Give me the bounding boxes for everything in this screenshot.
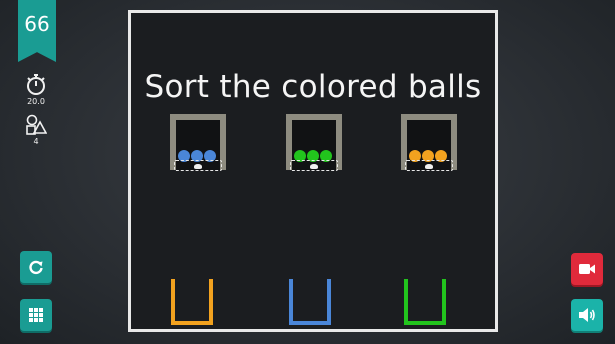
level-number: 66 (24, 12, 50, 36)
shapes-icon (26, 114, 47, 135)
puzzle-title: Sort the colored balls (144, 69, 482, 105)
game-board[interactable]: Sort the colored balls (128, 10, 498, 332)
restart-icon (29, 260, 43, 275)
level-badge: 66 (18, 0, 56, 62)
video-camera-icon (579, 264, 595, 274)
holder-blue[interactable] (170, 114, 228, 172)
grid-menu-icon (29, 308, 43, 322)
holder-orange[interactable] (401, 114, 459, 172)
cup-orange (171, 279, 213, 325)
shapes-value: 4 (33, 137, 39, 146)
restart-button[interactable] (20, 251, 52, 283)
drop-hint (194, 164, 202, 169)
record-button[interactable] (571, 253, 603, 285)
timer-value: 20.0 (27, 97, 45, 106)
drop-hint (425, 164, 433, 169)
speaker-icon (579, 308, 595, 322)
timer-stat: 20.0 (19, 72, 53, 106)
shapes-stat: 4 (19, 114, 53, 146)
stopwatch-icon (27, 74, 45, 95)
cup-green (404, 279, 446, 325)
holder-green[interactable] (286, 114, 344, 172)
drop-hint (310, 164, 318, 169)
menu-button[interactable] (20, 299, 52, 331)
cup-blue (289, 279, 331, 325)
sound-button[interactable] (571, 299, 603, 331)
